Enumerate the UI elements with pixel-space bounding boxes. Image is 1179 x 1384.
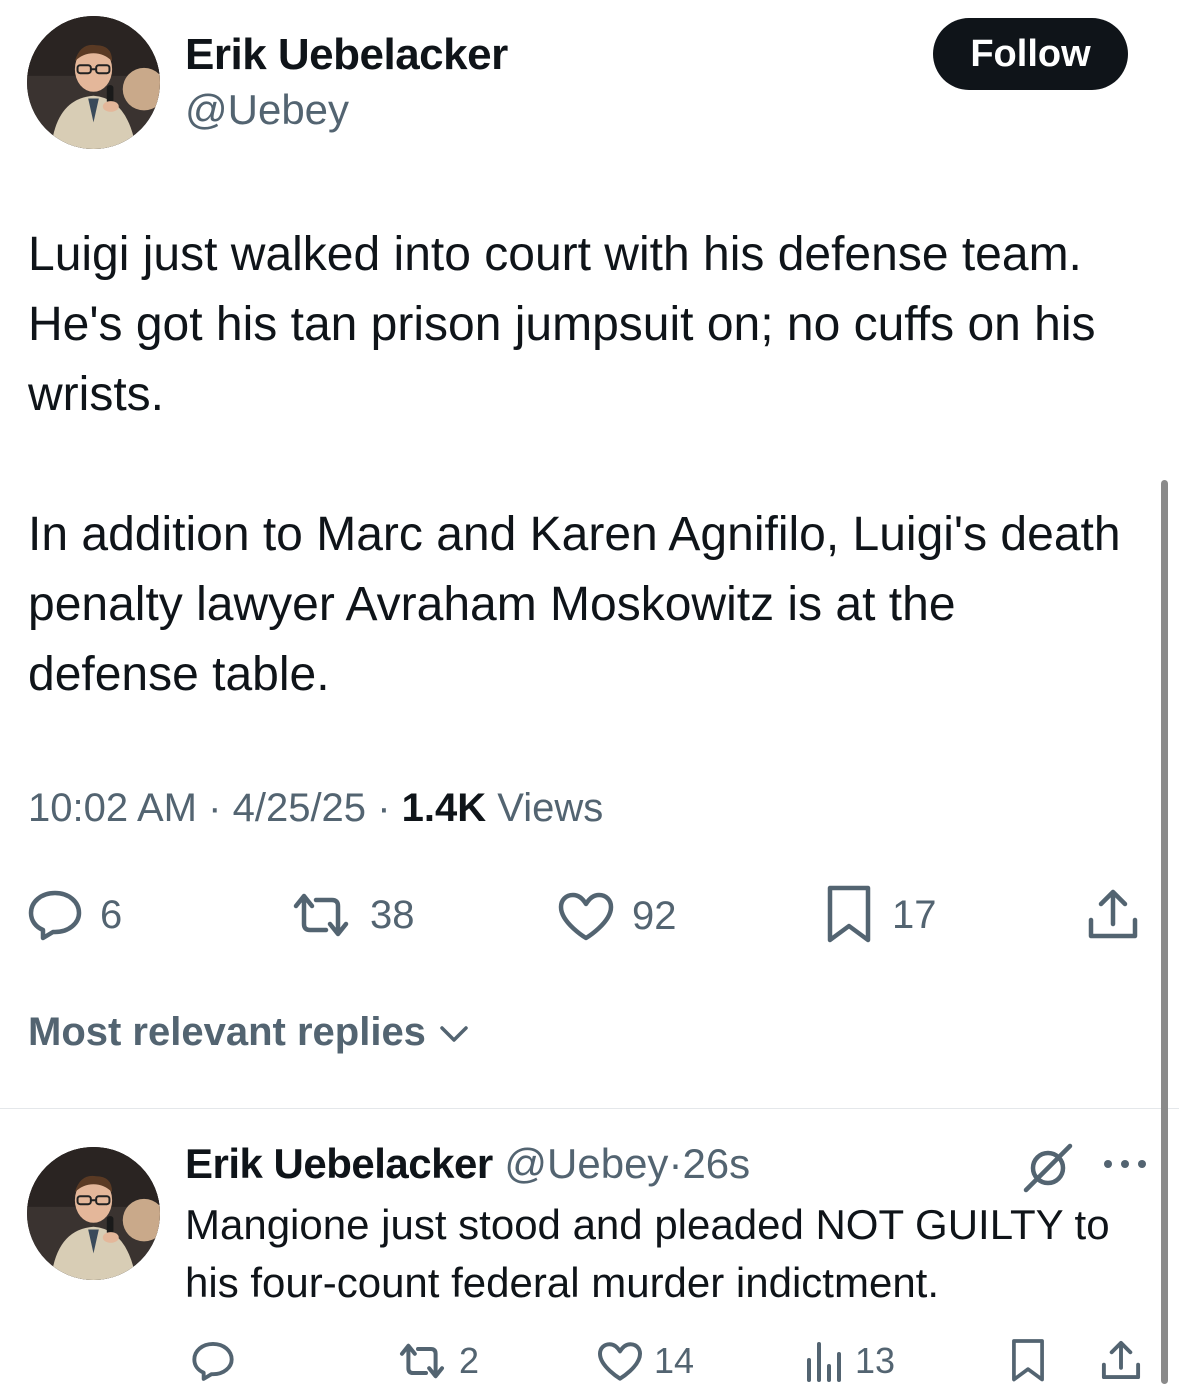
author-handle[interactable]: @Uebey [185, 86, 349, 134]
views-label: Views [497, 786, 604, 830]
reply-views-count: 13 [855, 1340, 896, 1381]
tweet-paragraph-1: Luigi just walked into court with his de… [28, 228, 1096, 421]
reply-icon [192, 1341, 234, 1381]
reply-like-button[interactable]: 14 [596, 1340, 694, 1382]
replies-sort-label: Most relevant replies [28, 1010, 426, 1054]
scrollbar[interactable] [1161, 480, 1168, 1384]
repost-icon [293, 893, 349, 937]
share-icon [1101, 1340, 1141, 1380]
divider [0, 1108, 1179, 1109]
replies-sort-dropdown[interactable]: Most relevant replies [28, 1010, 474, 1055]
bookmark-icon [827, 885, 871, 943]
reply-header: Erik Uebelacker @Uebey·26s [185, 1140, 750, 1188]
reply-like-count: 14 [654, 1340, 695, 1381]
repost-button[interactable]: 38 [288, 890, 415, 940]
views-icon [807, 1342, 841, 1382]
author-name[interactable]: Erik Uebelacker [185, 30, 508, 80]
author-avatar[interactable] [27, 16, 160, 149]
views-count: 1.4K [401, 786, 487, 830]
reply-count: 6 [100, 892, 123, 937]
bookmark-button[interactable]: 17 [822, 884, 937, 946]
tweet-detail-page: Erik Uebelacker @Uebey Follow Luigi just… [0, 0, 1179, 1384]
repost-icon [400, 1343, 444, 1379]
like-icon [598, 1342, 642, 1381]
like-count: 92 [632, 893, 677, 938]
tweet-date[interactable]: 4/25/25 [233, 786, 366, 830]
reply-reply-button[interactable] [190, 1340, 236, 1382]
reply-text: Mangione just stood and pleaded NOT GUIL… [185, 1201, 1110, 1306]
reply-separator: · [668, 1140, 683, 1187]
chevron-down-icon [440, 1025, 468, 1042]
like-icon [558, 892, 614, 941]
reply-repost-count: 2 [459, 1340, 480, 1381]
reply-author-handle[interactable]: @Uebey [504, 1140, 668, 1187]
reply-icon [28, 890, 82, 941]
reply-repost-button[interactable]: 2 [395, 1340, 479, 1382]
reply-age[interactable]: 26s [682, 1140, 750, 1187]
tweet-text: Luigi just walked into court with his de… [28, 220, 1138, 710]
bookmark-icon [1012, 1339, 1044, 1382]
tweet-paragraph-2: In addition to Marc and Karen Agnifilo, … [28, 508, 1121, 701]
meta-separator: · [377, 786, 391, 830]
reply-button[interactable]: 6 [26, 888, 122, 942]
reply-share-button[interactable] [1100, 1338, 1142, 1382]
tweet-time[interactable]: 10:02 AM [28, 786, 197, 830]
follow-button[interactable]: Follow [933, 18, 1128, 90]
tweet-meta: 10:02 AM · 4/25/25 · 1.4K Views [28, 786, 603, 831]
share-button[interactable] [1086, 886, 1140, 942]
meta-separator: · [208, 786, 222, 830]
reply-avatar[interactable] [27, 1147, 160, 1280]
repost-count: 38 [370, 892, 415, 937]
grok-icon[interactable] [1022, 1142, 1074, 1194]
like-button[interactable]: 92 [556, 890, 677, 942]
reply-views-button[interactable]: 13 [803, 1340, 895, 1382]
reply-author-name[interactable]: Erik Uebelacker [185, 1140, 493, 1187]
bookmark-count: 17 [892, 892, 937, 937]
more-icon[interactable] [1100, 1152, 1150, 1176]
share-icon [1088, 889, 1138, 939]
reply-bookmark-button[interactable] [1008, 1338, 1048, 1384]
